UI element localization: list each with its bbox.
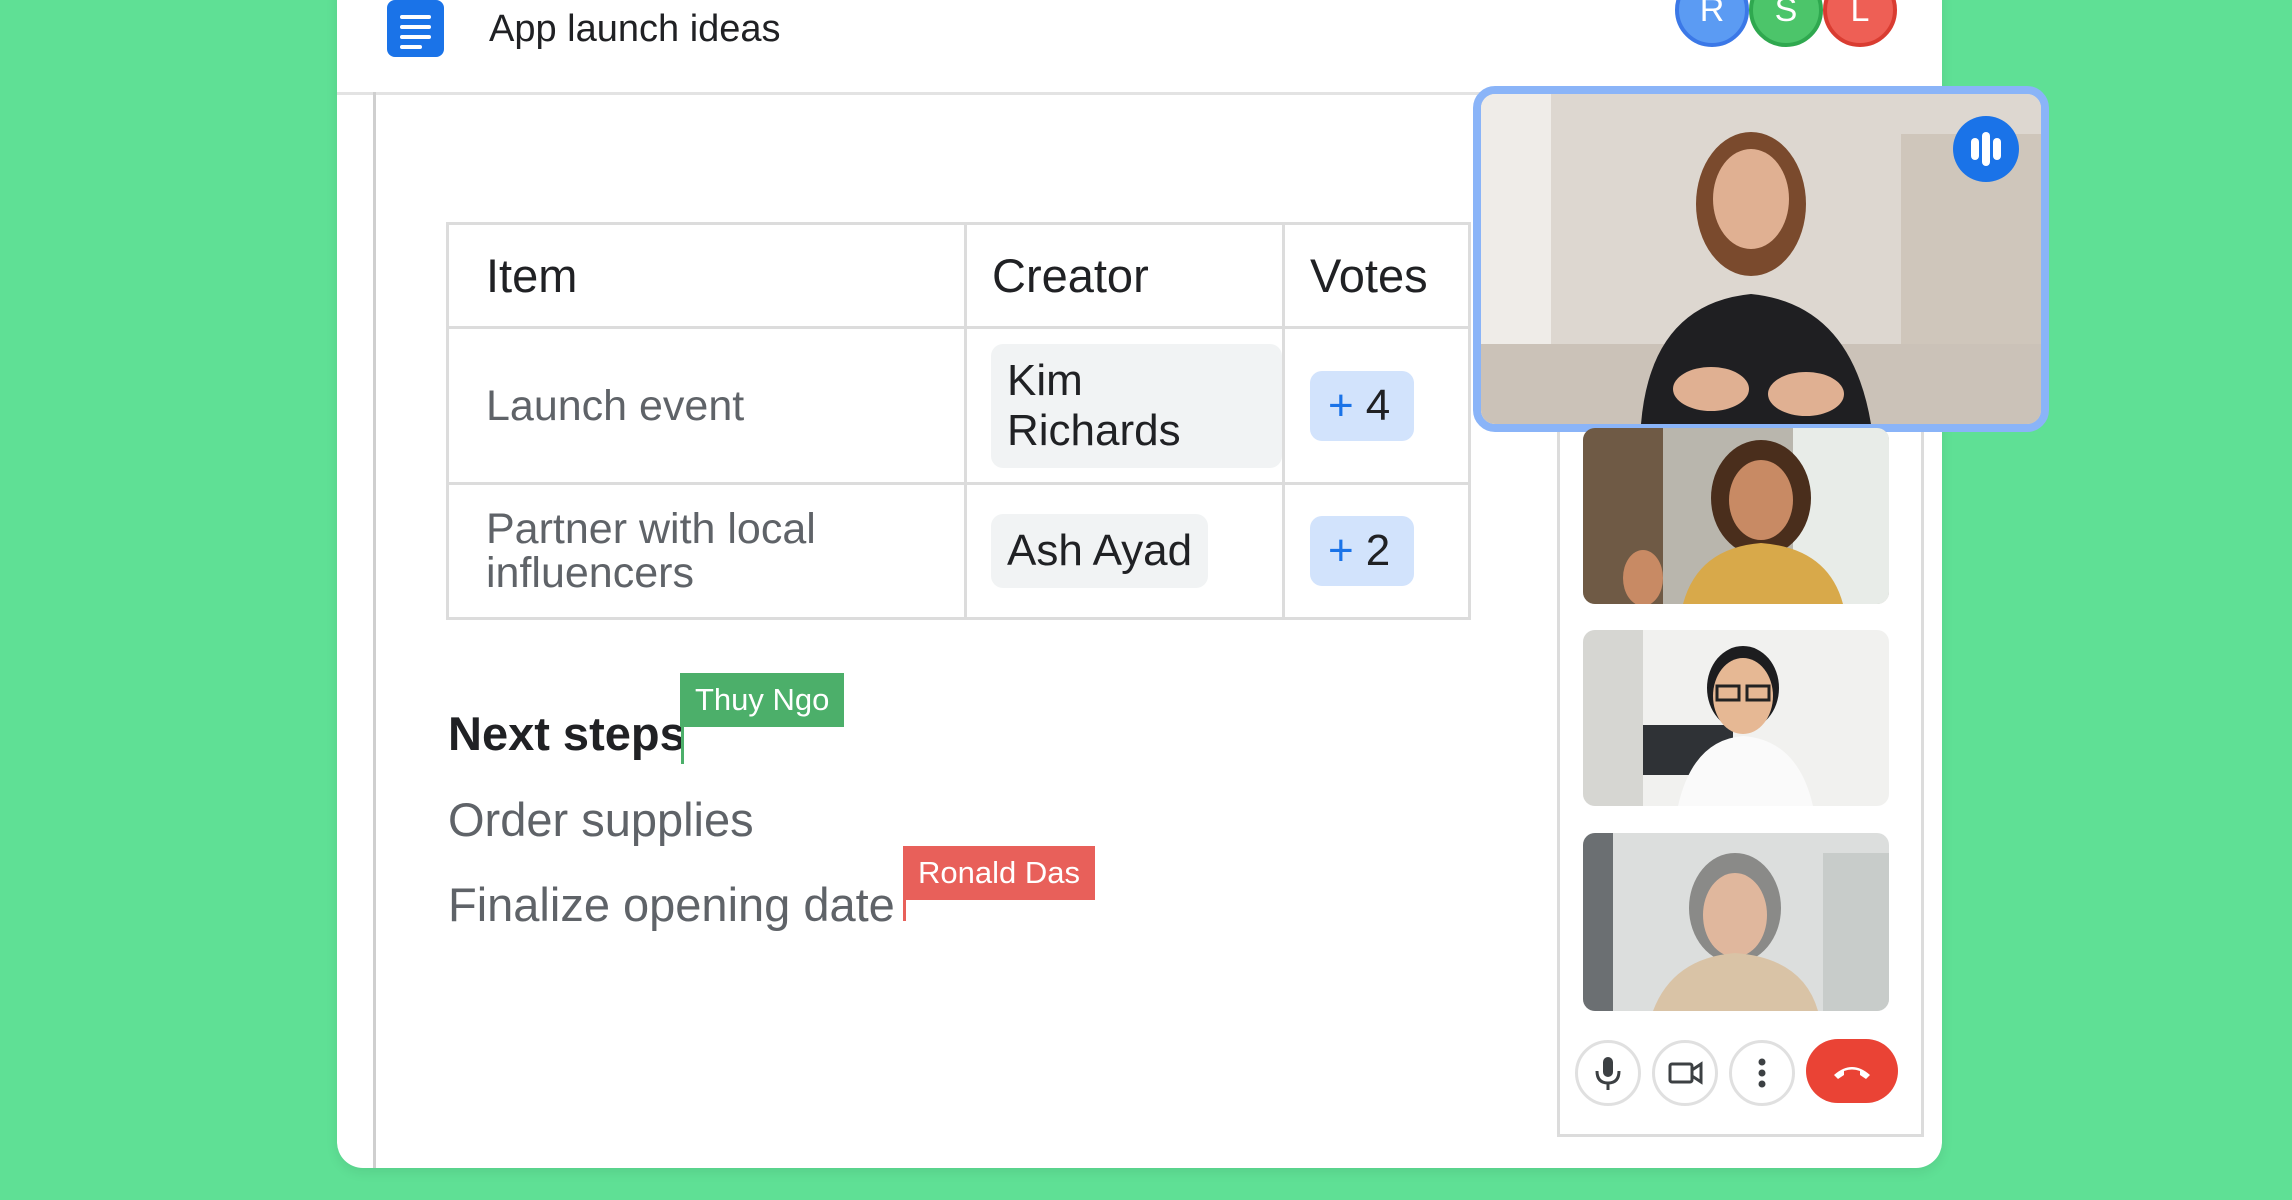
cursor-label-thuy-ngo: Thuy Ngo [680, 673, 845, 727]
table-cell-creator: Kim Richards [964, 326, 1285, 485]
vote-chip[interactable]: +2 [1310, 516, 1415, 586]
todo-order-supplies[interactable]: Order supplies [448, 792, 754, 847]
speaking-indicator-icon [1953, 116, 2019, 182]
doc-title[interactable]: App launch ideas [489, 8, 781, 51]
plus-icon: + [1328, 380, 1354, 430]
collaborator-avatar-r[interactable]: R [1675, 0, 1749, 47]
participant-video-2[interactable] [1583, 428, 1889, 604]
presenter-video[interactable] [1473, 86, 2049, 432]
google-docs-icon[interactable] [387, 0, 444, 57]
participant-image [1583, 833, 1889, 1011]
doc-header: App launch ideas R S L [337, 0, 1942, 95]
table-cell-item[interactable]: Partner with local influencers [446, 482, 967, 620]
end-call-icon [1834, 1067, 1870, 1079]
vote-chip[interactable]: +4 [1310, 370, 1415, 441]
column-header-votes: Votes [1282, 222, 1471, 329]
next-steps-heading[interactable]: Next steps [448, 706, 686, 761]
table-cell-item[interactable]: Launch event [446, 326, 967, 485]
microphone-button[interactable] [1575, 1040, 1641, 1106]
more-options-icon [1758, 1058, 1766, 1088]
table-header-row: Item Creator Votes [446, 222, 1471, 329]
person-chip[interactable]: Ash Ayad [991, 514, 1209, 588]
collaborator-avatar-l[interactable]: L [1823, 0, 1897, 47]
page-margin-rule [373, 92, 376, 1168]
table-row: Partner with local influencers Ash Ayad … [446, 482, 1471, 620]
microphone-icon [1595, 1057, 1621, 1090]
item-text-line: influencers [486, 549, 694, 597]
table-cell-creator: Ash Ayad [964, 482, 1285, 620]
participant-video-3[interactable] [1583, 630, 1889, 806]
participant-video-4[interactable] [1583, 833, 1889, 1011]
item-text-line: Partner with local [486, 505, 816, 553]
more-options-button[interactable] [1729, 1040, 1795, 1106]
camera-button[interactable] [1652, 1040, 1718, 1106]
vote-count: 2 [1365, 526, 1391, 575]
collaborator-avatar-s[interactable]: S [1749, 0, 1823, 47]
ideas-table: Item Creator Votes Launch event Kim Rich… [446, 222, 1471, 620]
table-row: Launch event Kim Richards +4 [446, 326, 1471, 485]
todo-finalize-opening-date[interactable]: Finalize opening date [448, 877, 895, 932]
camera-icon [1668, 1061, 1703, 1085]
person-chip[interactable]: Kim Richards [991, 343, 1282, 468]
column-header-creator: Creator [964, 222, 1285, 329]
end-call-button[interactable] [1806, 1039, 1898, 1103]
table-cell-votes: +2 [1282, 482, 1471, 620]
table-cell-votes: +4 [1282, 326, 1471, 485]
participant-image [1583, 428, 1889, 604]
column-header-item: Item [446, 222, 967, 329]
plus-icon: + [1328, 526, 1354, 575]
cursor-label-ronald-das: Ronald Das [903, 846, 1095, 900]
participant-image [1583, 630, 1889, 806]
vote-count: 4 [1365, 380, 1391, 430]
